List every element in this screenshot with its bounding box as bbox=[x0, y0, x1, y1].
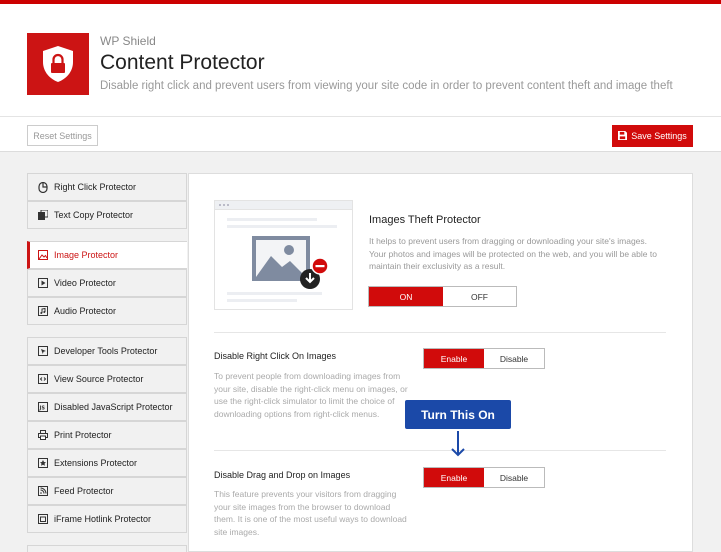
copy-icon bbox=[37, 210, 48, 221]
page-header: WP Shield Content Protector Disable righ… bbox=[0, 4, 721, 116]
enable-button[interactable]: Enable bbox=[424, 349, 484, 368]
off-toggle-button[interactable]: OFF bbox=[443, 287, 516, 306]
reset-settings-button[interactable]: Reset Settings bbox=[27, 125, 98, 146]
sidebar-item-text-copy[interactable]: Text Copy Protector bbox=[27, 201, 187, 229]
sidebar-item-video[interactable]: Video Protector bbox=[27, 269, 187, 297]
feature-toggle: ON OFF bbox=[368, 286, 517, 307]
divider bbox=[214, 450, 666, 451]
divider bbox=[214, 332, 666, 333]
printer-icon bbox=[37, 430, 48, 441]
sidebar-item-label: Extensions Protector bbox=[54, 458, 138, 468]
sidebar-item-label: Feed Protector bbox=[54, 486, 114, 496]
audio-icon bbox=[37, 306, 48, 317]
sidebar-item-label: Developer Tools Protector bbox=[54, 346, 158, 356]
sidebar-item-label: Video Protector bbox=[54, 278, 116, 288]
page-subtitle: Disable right click and prevent users fr… bbox=[100, 80, 673, 92]
action-bar: Reset Settings Save Settings bbox=[0, 116, 721, 152]
sidebar-item-extensions[interactable]: Extensions Protector bbox=[27, 449, 187, 477]
sidebar-item-developer-tools[interactable]: Developer Tools Protector bbox=[27, 337, 187, 365]
option-desc-drag-drop: This feature prevents your visitors from… bbox=[214, 489, 407, 537]
save-icon bbox=[618, 130, 628, 142]
sidebar-item-image[interactable]: Image Protector bbox=[27, 241, 187, 269]
image-protection-illustration bbox=[214, 200, 353, 310]
enable-button[interactable]: Enable bbox=[424, 468, 484, 487]
sidebar-item-right-click[interactable]: Right Click Protector bbox=[27, 173, 187, 201]
video-icon bbox=[37, 278, 48, 289]
save-settings-label: Save Settings bbox=[631, 131, 687, 141]
sidebar-item-iframe-hotlink[interactable]: iFrame Hotlink Protector bbox=[27, 505, 187, 533]
sidebar-item-audio[interactable]: Audio Protector bbox=[27, 297, 187, 325]
disable-button[interactable]: Disable bbox=[484, 468, 544, 487]
on-toggle-button[interactable]: ON bbox=[369, 287, 443, 306]
sidebar-item-label: Disabled JavaScript Protector bbox=[54, 402, 173, 412]
rss-icon bbox=[37, 486, 48, 497]
drag-drop-toggle: Enable Disable bbox=[423, 467, 545, 488]
puzzle-icon bbox=[37, 458, 48, 469]
sidebar-item-label: Right Click Protector bbox=[54, 182, 137, 192]
disable-button[interactable]: Disable bbox=[484, 349, 544, 368]
sidebar-item-partial[interactable] bbox=[27, 545, 187, 552]
sidebar-item-label: iFrame Hotlink Protector bbox=[54, 514, 152, 524]
cursor-icon bbox=[37, 346, 48, 357]
save-settings-button[interactable]: Save Settings bbox=[612, 125, 693, 147]
mouse-icon bbox=[37, 181, 48, 193]
sidebar-item-feed[interactable]: Feed Protector bbox=[27, 477, 187, 505]
sidebar-item-disabled-javascript[interactable]: JS Disabled JavaScript Protector bbox=[27, 393, 187, 421]
sidebar-item-label: Audio Protector bbox=[54, 306, 117, 316]
sidebar-item-label: Image Protector bbox=[54, 250, 119, 260]
page-title: Content Protector bbox=[100, 51, 265, 74]
right-click-toggle: Enable Disable bbox=[423, 348, 545, 369]
shield-lock-logo-icon bbox=[27, 33, 89, 95]
settings-panel: Images Theft Protector It helps to preve… bbox=[188, 173, 693, 552]
js-icon: JS bbox=[37, 402, 48, 413]
image-icon bbox=[37, 250, 48, 261]
svg-text:JS: JS bbox=[38, 406, 45, 412]
sidebar-item-label: View Source Protector bbox=[54, 374, 144, 384]
feature-title: Images Theft Protector bbox=[369, 214, 481, 226]
turn-this-on-callout: Turn This On bbox=[405, 400, 511, 429]
option-desc-right-click: To prevent people from downloading image… bbox=[214, 371, 408, 419]
sidebar-item-label: Text Copy Protector bbox=[54, 210, 134, 220]
code-icon bbox=[37, 374, 48, 385]
option-title-right-click: Disable Right Click On Images bbox=[214, 351, 337, 361]
arrow-down-icon bbox=[451, 431, 465, 457]
sidebar-item-label: Print Protector bbox=[54, 430, 112, 440]
sidebar-item-print[interactable]: Print Protector bbox=[27, 421, 187, 449]
sidebar-item-view-source[interactable]: View Source Protector bbox=[27, 365, 187, 393]
feature-description: It helps to prevent users from dragging … bbox=[369, 236, 657, 271]
option-title-drag-drop: Disable Drag and Drop on Images bbox=[214, 470, 351, 480]
brand-name: WP Shield bbox=[100, 34, 156, 48]
iframe-icon bbox=[37, 514, 48, 525]
